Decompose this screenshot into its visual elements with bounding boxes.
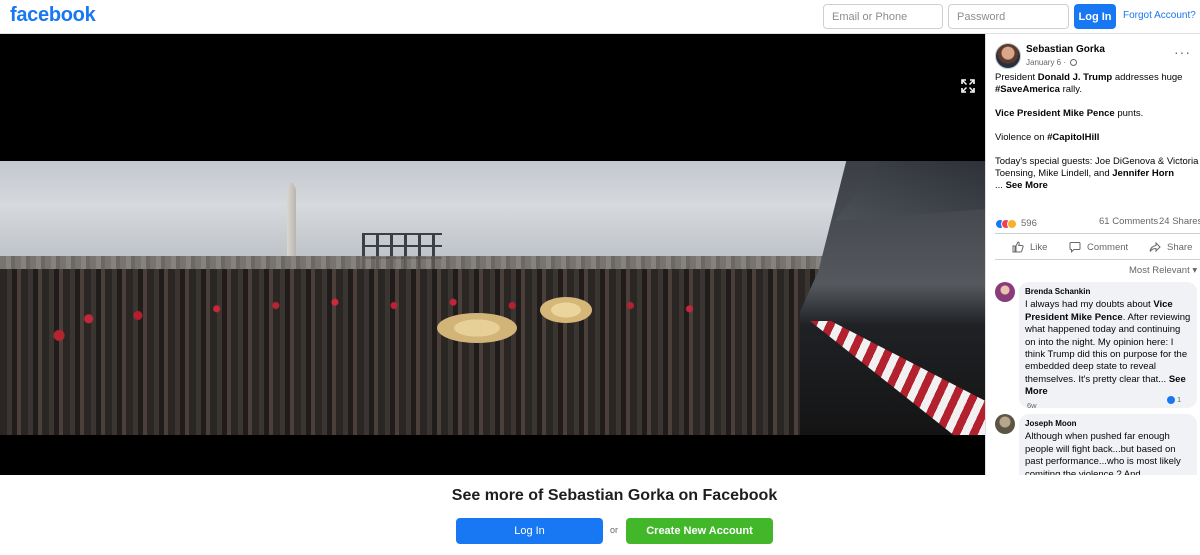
thumbs-up-icon — [1012, 241, 1024, 253]
globe-icon — [1070, 59, 1078, 66]
commenter-avatar[interactable] — [995, 414, 1015, 434]
share-icon — [1149, 241, 1161, 253]
comment-sort-dropdown[interactable]: Most Relevant ▾ — [1129, 265, 1197, 276]
comment-text: I always had my doubts about Vice Presid… — [1025, 299, 1191, 398]
divider — [995, 259, 1200, 260]
comment-like-number: 1 — [1177, 395, 1182, 404]
commenter-avatar[interactable] — [995, 282, 1015, 302]
comment-label: Comment — [1087, 241, 1129, 253]
media-viewer[interactable] — [0, 34, 985, 475]
post-text: addresses huge — [1112, 72, 1183, 83]
post-text: President — [995, 72, 1038, 83]
post-text: punts. — [1114, 108, 1144, 119]
like-label: Like — [1030, 241, 1048, 253]
hashtag-link[interactable]: #SaveAmerica — [995, 84, 1060, 95]
divider — [995, 233, 1200, 234]
avatar[interactable] — [995, 43, 1021, 69]
post-date-text[interactable]: January 6 · — [1026, 58, 1068, 67]
reactions-summary[interactable]: 596 — [995, 215, 1037, 229]
signup-prompt: See more of Sebastian Gorka on Facebook … — [0, 475, 1200, 555]
washington-monument — [287, 183, 296, 261]
post-text: Violence on — [995, 132, 1048, 143]
post-author[interactable]: Sebastian Gorka — [1026, 44, 1105, 55]
password-field[interactable] — [948, 4, 1069, 29]
share-label: Share — [1167, 241, 1193, 253]
email-field[interactable] — [823, 4, 943, 29]
rally-photo — [0, 161, 985, 435]
commenter-name[interactable]: Brenda Schankin — [1025, 286, 1191, 298]
comment-item: Brenda Schankin I always had my doubts a… — [995, 282, 1197, 408]
comment-bubble: Joseph Moon Although when pushed far eno… — [1019, 414, 1197, 475]
post-panel: Sebastian Gorka January 6 · ··· Presiden… — [985, 34, 1200, 475]
forgot-account-link[interactable]: Forgot Account? — [1123, 10, 1196, 21]
mention-link[interactable]: Vice President Mike Pence — [995, 108, 1115, 119]
comment-action-button[interactable]: Comment — [1069, 241, 1128, 253]
post-text: rally. — [1059, 84, 1082, 95]
haha-reaction-icon — [1007, 218, 1017, 229]
top-navigation-bar: facebook Log In Forgot Account? — [0, 0, 1200, 34]
commenter-name[interactable]: Joseph Moon — [1025, 418, 1191, 430]
comment-age[interactable]: 6w — [1027, 401, 1037, 410]
mention-link[interactable]: Donald J. Trump — [1038, 72, 1112, 83]
post-text: ... — [995, 180, 1006, 191]
straw-hat — [540, 297, 592, 323]
post-date[interactable]: January 6 · — [1026, 58, 1078, 67]
create-account-button[interactable]: Create New Account — [626, 518, 773, 544]
comment-bubble: Brenda Schankin I always had my doubts a… — [1019, 282, 1197, 408]
login-button[interactable]: Log In — [1074, 4, 1116, 29]
share-action-button[interactable]: Share — [1149, 241, 1192, 253]
like-action-button[interactable]: Like — [1012, 241, 1047, 253]
see-more-link[interactable]: See More — [1006, 180, 1048, 191]
signup-prompt-title: See more of Sebastian Gorka on Facebook — [451, 487, 778, 504]
reaction-count: 596 — [1021, 218, 1037, 230]
comment-item: Joseph Moon Although when pushed far eno… — [995, 414, 1197, 475]
facebook-logo[interactable]: facebook — [10, 4, 96, 27]
comment-text-part: I always had my doubts about — [1025, 299, 1154, 311]
post-body: President Donald J. Trump addresses huge… — [995, 72, 1200, 204]
or-separator: or — [610, 525, 619, 535]
bottom-login-button[interactable]: Log In — [456, 518, 603, 544]
comment-like-count[interactable]: 1 — [1167, 395, 1181, 404]
comment-text: Although when pushed far enough people w… — [1025, 431, 1181, 475]
more-options-icon[interactable]: ··· — [1174, 45, 1191, 59]
like-reaction-icon — [1167, 395, 1175, 404]
mention-link[interactable]: Jennifer Horn — [1112, 168, 1174, 179]
shares-count[interactable]: 24 Shares — [1159, 216, 1200, 227]
hashtag-link[interactable]: #CapitolHill — [1047, 132, 1099, 143]
expand-icon[interactable] — [961, 79, 975, 93]
straw-hat — [437, 313, 517, 343]
comment-icon — [1069, 242, 1081, 253]
comments-count[interactable]: 61 Comments — [1099, 216, 1158, 227]
